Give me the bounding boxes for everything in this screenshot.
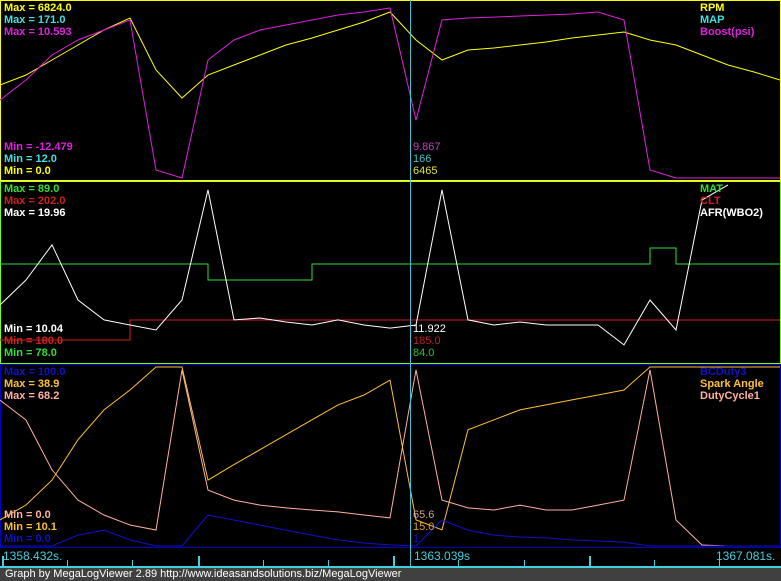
time-tick	[328, 560, 329, 566]
time-tick	[2, 556, 4, 566]
cursor-value: 166	[413, 153, 432, 165]
min-label: Min = 180.0	[4, 335, 64, 347]
legend-item: DutyCycle1	[700, 390, 760, 402]
time-tick	[588, 556, 591, 566]
legend-item: Boost(psi)	[700, 26, 755, 38]
cursor-value: 15.0	[413, 521, 435, 533]
max-label: Max = 68.2	[4, 390, 60, 402]
time-end: 1367.081s.	[716, 549, 776, 563]
time-start: 1358.432s.	[3, 549, 63, 563]
legend-item: RPM	[700, 2, 725, 14]
trace-spark-angle	[0, 366, 780, 531]
time-tick	[458, 560, 460, 566]
cursor-value: 11.922	[413, 323, 446, 335]
cursor-value: 9.867	[413, 141, 441, 153]
trace-area	[0, 7, 781, 547]
time-tick	[654, 560, 655, 566]
min-label: Min = 0.0	[4, 509, 51, 521]
min-label: Min = -12.479	[4, 141, 73, 153]
time-tick	[132, 560, 134, 566]
time-axis: 1358.432s. 1363.039s 1367.081s.	[0, 548, 781, 568]
max-label: Max = 171.0	[4, 14, 66, 26]
trace-mat	[0, 247, 780, 281]
footer-credit: Graph by MegaLogViewer 2.89 http://www.i…	[0, 568, 781, 581]
trace-boost-psi-	[0, 7, 780, 179]
trace-clt	[0, 319, 780, 341]
legend-item: BCDuty3	[700, 366, 747, 378]
time-tick	[393, 556, 396, 566]
cursor-line[interactable]	[410, 0, 411, 568]
time-tick	[719, 560, 721, 566]
legend-item: MAT	[700, 183, 724, 195]
legend-item: CLT	[700, 195, 721, 207]
time-tick	[67, 560, 69, 566]
max-label: Max = 100.0	[4, 366, 66, 378]
time-cursor: 1363.039s	[414, 549, 471, 563]
max-label: Max = 6824.0	[4, 2, 72, 14]
min-label: Min = 10.04	[4, 323, 64, 335]
max-label: Max = 202.0	[4, 195, 66, 207]
trace-afr-wbo2-	[0, 184, 729, 346]
max-label: Max = 10.593	[4, 26, 72, 38]
cursor-value: 65.6	[413, 509, 435, 521]
max-label: Max = 19.96	[4, 207, 66, 219]
min-label: Min = 12.0	[4, 153, 57, 165]
time-tick	[262, 560, 264, 566]
min-label: Min = 10.1	[4, 521, 57, 533]
max-label: Max = 38.9	[4, 378, 60, 390]
cursor-value: 1	[413, 533, 420, 545]
min-label: Min = 78.0	[4, 347, 57, 359]
time-tick	[523, 560, 525, 566]
max-label: Max = 89.0	[4, 183, 60, 195]
cursor-value: 84.0	[413, 347, 435, 359]
time-tick	[197, 556, 200, 566]
trace-dutycycle1	[0, 369, 780, 547]
min-label: Min = 0.0	[4, 165, 51, 177]
legend-item: MAP	[700, 14, 725, 26]
cursor-value: 6465	[413, 165, 438, 177]
cursor-value: 185.0	[413, 335, 441, 347]
legend-item: Spark Angle	[700, 378, 764, 390]
min-label: Min = 0.0	[4, 533, 51, 545]
legend-item: AFR(WBO2)	[700, 207, 763, 219]
